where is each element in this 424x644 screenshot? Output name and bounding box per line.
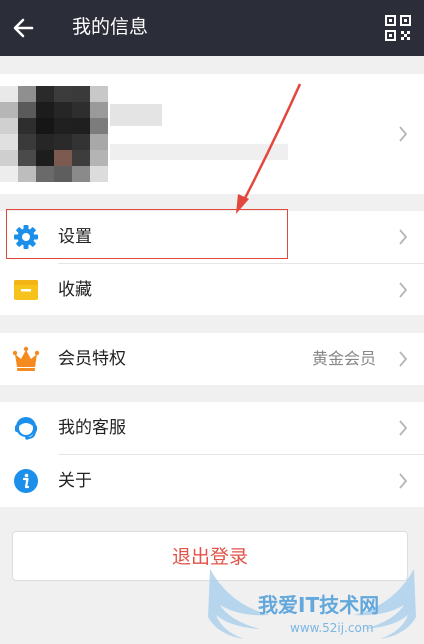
back-button[interactable] [6,10,42,46]
about-item[interactable]: 关于 [0,455,424,507]
avatar [0,86,110,182]
profile-card[interactable] [0,74,424,194]
chevron-right-icon [398,420,408,436]
folder-icon [12,276,40,304]
qr-code-button[interactable] [382,12,414,44]
about-label: 关于 [58,471,92,491]
chevron-right-icon [398,229,408,245]
membership-item[interactable]: 会员特权 黄金会员 [0,333,424,385]
customer-service-item[interactable]: 我的客服 [0,402,424,454]
annotation-highlight-box [6,209,288,259]
watermark-url: www.52ij.com [290,621,374,635]
chevron-right-icon [398,351,408,367]
membership-label: 会员特权 [58,349,126,369]
chevron-right-icon [398,282,408,298]
qr-code-icon [385,15,411,41]
info-icon [12,467,40,495]
profile-name-blurred [110,104,162,126]
arrow-left-icon [13,18,34,38]
membership-level: 黄金会员 [311,349,376,368]
top-navigation-bar: 我的信息 [0,0,424,56]
watermark-logo: 我爱IT技术网 www.52ij.com [200,565,424,644]
menu-group-support: 我的客服 关于 [0,402,424,507]
page-title: 我的信息 [72,16,149,38]
crown-icon [12,345,40,373]
menu-group-membership: 会员特权 黄金会员 [0,333,424,385]
favorites-item[interactable]: 收藏 [0,264,424,316]
customer-service-icon [12,414,40,442]
chevron-right-icon [398,126,408,142]
favorites-label: 收藏 [58,280,92,300]
profile-detail-blurred [110,144,288,160]
customer-service-label: 我的客服 [58,418,126,438]
watermark-text: 我爱IT技术网 [258,593,380,617]
chevron-right-icon [398,473,408,489]
